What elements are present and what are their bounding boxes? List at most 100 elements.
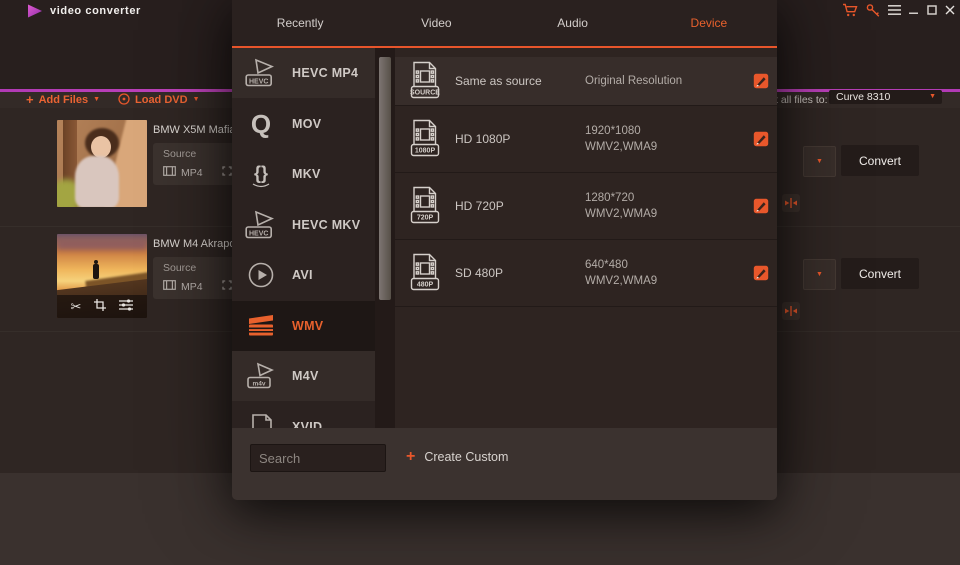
profile-list: SOURCE Same as source Original Resolutio… xyxy=(395,48,777,428)
search-input[interactable] xyxy=(250,444,386,472)
video-thumbnail: ✂ xyxy=(57,234,147,318)
profile-item-hd-720p[interactable]: 720P HD 720P 1280*720 WMV2,WMA9 xyxy=(395,173,777,240)
profile-item-sd-480p[interactable]: 480P SD 480P 640*480 WMV2,WMA9 xyxy=(395,240,777,307)
menu-icon[interactable] xyxy=(888,5,901,15)
profile-name: SD 480P xyxy=(455,266,585,280)
chevron-down-icon: ▼ xyxy=(816,158,823,166)
profile-codec: WMV2,WMA9 xyxy=(585,208,657,220)
output-format-dialog: Recently Video Audio Device HEVC HEVC MP… xyxy=(232,0,777,500)
hevc-play-icon: HEVC xyxy=(245,57,277,89)
output-format-dropdown[interactable]: ▼ xyxy=(803,259,836,290)
tab-video[interactable]: Video xyxy=(368,0,504,46)
document-icon xyxy=(245,411,277,428)
format-item-mkv[interactable]: {} MKV xyxy=(232,149,375,199)
chevron-down-icon: ▼ xyxy=(193,96,200,104)
adjust-icon[interactable] xyxy=(119,298,133,316)
svg-text:{}: {} xyxy=(254,163,268,183)
edit-icon[interactable] xyxy=(753,198,769,214)
create-custom-button[interactable]: + Create Custom xyxy=(406,449,508,465)
convert-button[interactable]: Convert xyxy=(841,145,919,176)
add-files-button[interactable]: + Add Files ▼ xyxy=(26,92,100,108)
dialog-bottombar: + Create Custom xyxy=(232,428,777,500)
convert-button[interactable]: Convert xyxy=(841,258,919,289)
format-label: M4V xyxy=(292,369,319,383)
profile-item-hd-1080p[interactable]: 1080P HD 1080P 1920*1080 WMV2,WMA9 xyxy=(395,106,777,173)
format-item-avi[interactable]: AVI xyxy=(232,250,375,300)
edit-icon[interactable] xyxy=(753,73,769,89)
convert-label: Convert xyxy=(859,154,901,168)
key-icon[interactable] xyxy=(866,3,880,17)
source-format: MP4 xyxy=(181,167,203,179)
format-label: HEVC MKV xyxy=(292,218,360,232)
film-icon xyxy=(163,280,176,293)
braces-icon: {} xyxy=(245,158,277,190)
output-format-dropdown[interactable]: ▼ xyxy=(803,146,836,177)
svg-text:720P: 720P xyxy=(417,215,434,222)
edit-icon[interactable] xyxy=(753,265,769,281)
scissors-icon[interactable]: ✂ xyxy=(71,300,82,313)
edit-icon[interactable] xyxy=(753,131,769,147)
circle-play-icon xyxy=(245,259,277,291)
app-window: video converter xyxy=(0,0,960,565)
svg-text:HEVC: HEVC xyxy=(249,230,268,237)
profile-name: HD 1080P xyxy=(455,132,585,146)
clapperboard-icon xyxy=(245,310,277,342)
format-item-mov[interactable]: Q MOV xyxy=(232,99,375,149)
profile-codec: WMV2,WMA9 xyxy=(585,275,657,287)
thumbnail-toolbar: ✂ xyxy=(57,295,147,318)
convert-all-label: t all files to: xyxy=(775,94,828,106)
format-item-m4v[interactable]: m4v M4V xyxy=(232,351,375,401)
profile-resolution: Original Resolution xyxy=(585,75,682,87)
format-label: MOV xyxy=(292,117,321,131)
format-label: XVID xyxy=(292,420,322,428)
app-title: video converter xyxy=(50,5,141,17)
tab-recently[interactable]: Recently xyxy=(232,0,368,46)
m4v-play-icon: m4v xyxy=(245,360,277,392)
source-format: MP4 xyxy=(181,281,203,293)
480p-profile-icon: 480P xyxy=(410,253,440,293)
maximize-icon[interactable] xyxy=(927,5,937,15)
720p-profile-icon: 720P xyxy=(410,186,440,226)
svg-text:HEVC: HEVC xyxy=(249,78,268,85)
profile-name: HD 720P xyxy=(455,199,585,213)
film-icon xyxy=(163,166,176,179)
video-thumbnail xyxy=(57,120,147,207)
merge-icon[interactable] xyxy=(782,302,800,320)
chevron-down-icon: ▼ xyxy=(93,96,100,104)
tab-device[interactable]: Device xyxy=(641,0,777,46)
source-label: Source xyxy=(163,262,196,274)
format-item-hevc-mkv[interactable]: HEVC HEVC MKV xyxy=(232,200,375,250)
svg-text:SOURCE: SOURCE xyxy=(410,90,440,97)
minimize-icon[interactable] xyxy=(909,5,919,15)
create-custom-label: Create Custom xyxy=(424,450,508,464)
disc-icon xyxy=(118,93,130,108)
format-item-xvid[interactable]: XVID xyxy=(232,402,375,428)
add-files-label: Add Files xyxy=(39,94,89,106)
scrollbar-thumb[interactable] xyxy=(379,57,391,300)
source-profile-icon: SOURCE xyxy=(410,61,440,101)
format-list: HEVC HEVC MP4 Q MOV {} xyxy=(232,48,375,428)
preset-dropdown[interactable]: Curve 8310 ▼ xyxy=(829,90,942,104)
hevc-play-icon: HEVC xyxy=(245,209,277,241)
svg-text:480P: 480P xyxy=(417,282,434,289)
dialog-tabbar: Recently Video Audio Device xyxy=(232,0,777,48)
load-dvd-button[interactable]: Load DVD ▼ xyxy=(118,92,200,108)
preset-value: Curve 8310 xyxy=(836,91,890,103)
cart-icon[interactable] xyxy=(842,3,858,17)
merge-icon[interactable] xyxy=(782,194,800,212)
chevron-down-icon: ▼ xyxy=(816,271,823,279)
1080p-profile-icon: 1080P xyxy=(410,119,440,159)
format-label: WMV xyxy=(292,319,323,333)
profile-codec: WMV2,WMA9 xyxy=(585,141,657,153)
format-item-hevc-mp4[interactable]: HEVC HEVC MP4 xyxy=(232,48,375,98)
format-item-wmv[interactable]: WMV xyxy=(232,301,375,351)
profile-item-same-as-source[interactable]: SOURCE Same as source Original Resolutio… xyxy=(395,57,777,106)
svg-text:m4v: m4v xyxy=(252,380,265,387)
format-label: AVI xyxy=(292,268,313,282)
close-icon[interactable] xyxy=(945,5,955,15)
crop-icon[interactable] xyxy=(94,298,106,316)
expand-icon xyxy=(222,166,232,179)
profile-resolution: 1920*1080 xyxy=(585,125,641,137)
tab-audio[interactable]: Audio xyxy=(505,0,641,46)
source-label: Source xyxy=(163,148,196,160)
